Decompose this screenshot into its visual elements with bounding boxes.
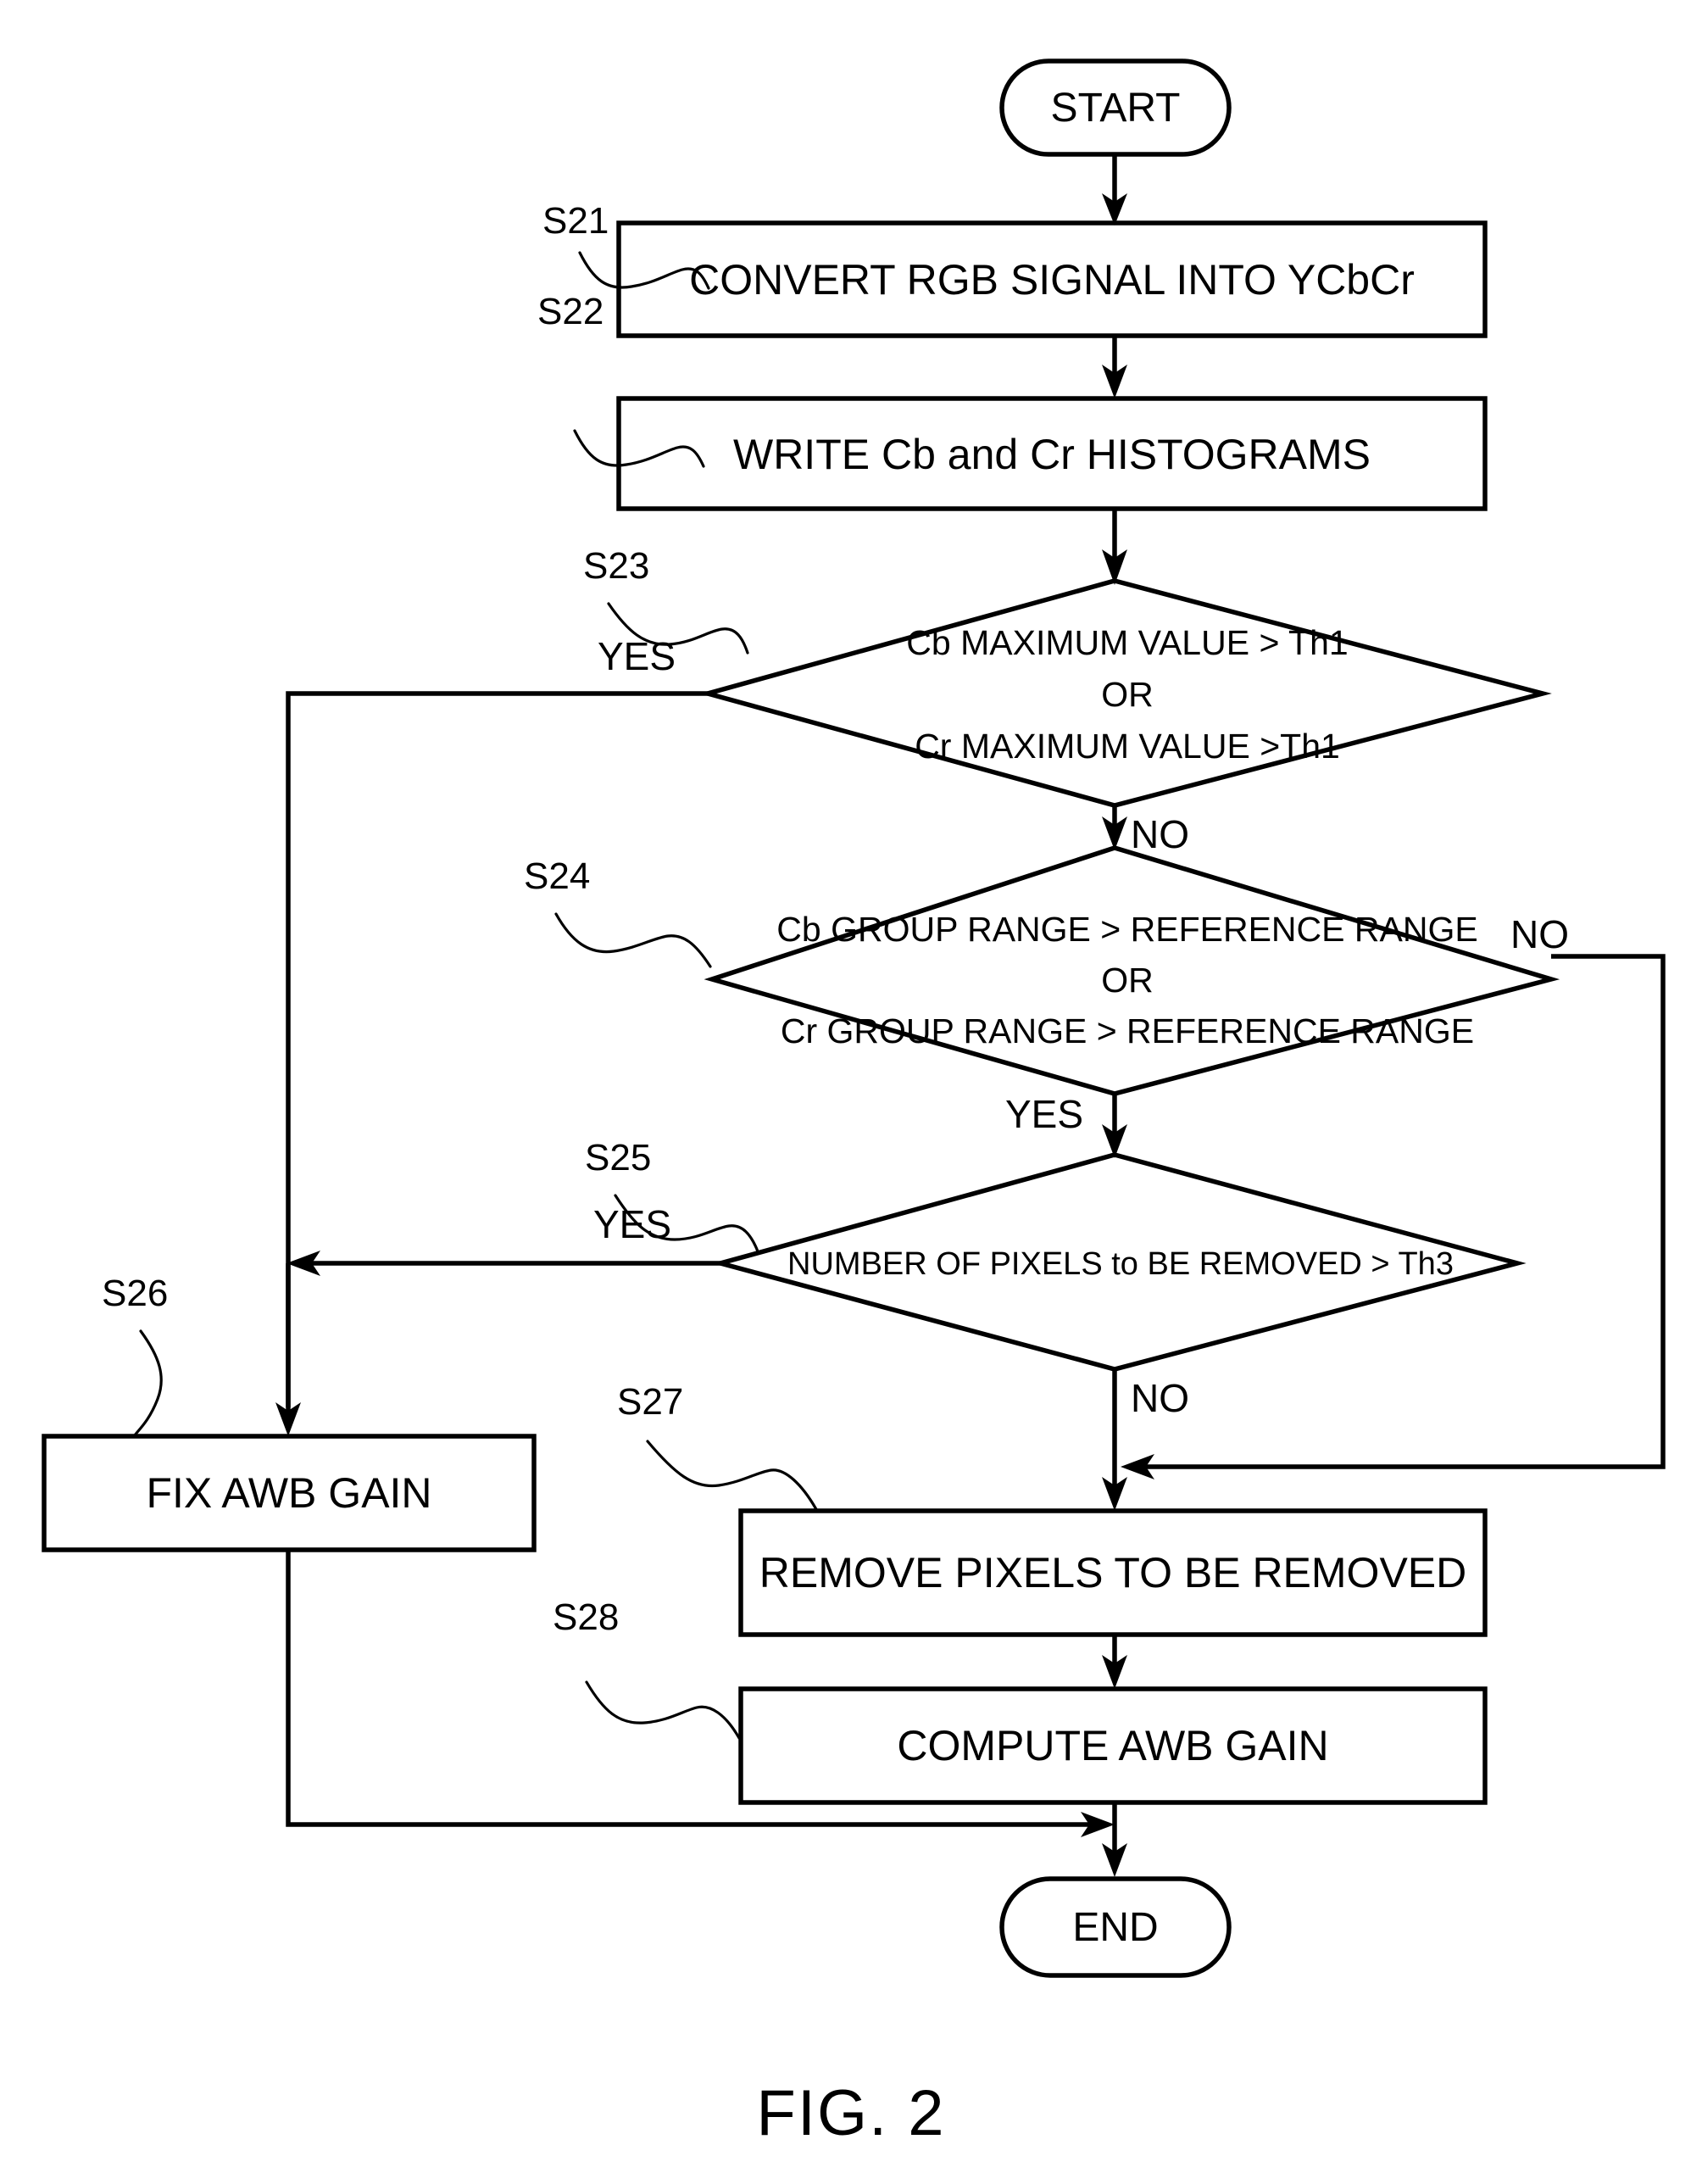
branch-label-s25-no: NO bbox=[1131, 1376, 1189, 1420]
step-marker-s28: S28 bbox=[553, 1596, 741, 1740]
connector-s27-to-s28 bbox=[1102, 1635, 1127, 1689]
step-number-s26: S26 bbox=[102, 1273, 168, 1314]
decision-line1-s25: NUMBER OF PIXELS to BE REMOVED > Th3 bbox=[787, 1246, 1454, 1282]
process-label-s22: WRITE Cb and Cr HISTOGRAMS bbox=[733, 431, 1371, 478]
step-number-s23: S23 bbox=[583, 545, 649, 587]
decision-diamond-s24: Cb GROUP RANGE > REFERENCE RANGE OR Cr G… bbox=[704, 845, 1560, 1096]
decision-line2-s24: OR bbox=[1101, 961, 1154, 1000]
start-label: START bbox=[1051, 86, 1181, 131]
step-marker-s27: S27 bbox=[617, 1381, 819, 1513]
process-label-s28: COMPUTE AWB GAIN bbox=[897, 1722, 1328, 1769]
branch-label-s24-yes: YES bbox=[1005, 1092, 1083, 1136]
process-box-s22: WRITE Cb and Cr HISTOGRAMS bbox=[616, 396, 1488, 511]
connector-s25-no-to-s27 bbox=[1102, 1369, 1127, 1511]
process-label-s21: CONVERT RGB SIGNAL INTO YCbCr bbox=[689, 256, 1415, 304]
process-box-s26: FIX AWB GAIN bbox=[42, 1434, 537, 1552]
process-box-s21: CONVERT RGB SIGNAL INTO YCbCr bbox=[616, 220, 1488, 338]
process-box-s28: COMPUTE AWB GAIN bbox=[738, 1686, 1488, 1805]
connector-start-to-s21 bbox=[1102, 154, 1127, 226]
step-number-s25: S25 bbox=[585, 1137, 651, 1178]
step-number-s21: S21 bbox=[542, 200, 609, 242]
step-marker-s21: S21 bbox=[542, 200, 710, 290]
process-label-s26: FIX AWB GAIN bbox=[146, 1469, 431, 1517]
connector-s23-no-to-s24 bbox=[1102, 805, 1127, 850]
step-marker-s26: S26 bbox=[102, 1273, 168, 1438]
figure-container: START CONVERT RGB SIGNAL INTO YCbCr S21 … bbox=[0, 0, 1702, 2184]
decision-line3-s23: Cr MAXIMUM VALUE >Th1 bbox=[915, 727, 1340, 766]
figure-caption: FIG. 2 bbox=[756, 2077, 945, 2149]
decision-line1-s24: Cb GROUP RANGE > REFERENCE RANGE bbox=[776, 910, 1477, 949]
decision-diamond-s23: Cb MAXIMUM VALUE > Th1 OR Cr MAXIMUM VAL… bbox=[698, 578, 1552, 808]
decision-line1-s23: Cb MAXIMUM VALUE > Th1 bbox=[906, 623, 1348, 662]
branch-label-s24-no: NO bbox=[1510, 912, 1569, 956]
process-box-s27: REMOVE PIXELS TO BE REMOVED bbox=[738, 1508, 1488, 1637]
decision-diamond-s25: NUMBER OF PIXELS to BE REMOVED > Th3 bbox=[711, 1152, 1527, 1372]
connector-s24-yes-to-s25 bbox=[1102, 1094, 1127, 1158]
branch-label-s23-yes: YES bbox=[598, 634, 676, 678]
decision-line2-s23: OR bbox=[1101, 675, 1154, 714]
connector-s22-to-s23 bbox=[1102, 507, 1127, 585]
step-number-s22: S22 bbox=[537, 291, 603, 332]
decision-line3-s24: Cr GROUP RANGE > REFERENCE RANGE bbox=[781, 1011, 1474, 1050]
terminator-end: END bbox=[999, 1876, 1232, 1978]
step-marker-s24: S24 bbox=[524, 855, 712, 968]
branch-label-s23-no: NO bbox=[1131, 812, 1189, 856]
step-number-s24: S24 bbox=[524, 855, 590, 897]
end-label: END bbox=[1072, 1905, 1158, 1950]
connector-s21-to-s22 bbox=[1102, 336, 1127, 398]
connector-rail-to-s26 bbox=[275, 1263, 301, 1436]
connector-s28-to-end bbox=[1102, 1802, 1127, 1877]
step-number-s28: S28 bbox=[553, 1596, 619, 1638]
step-number-s27: S27 bbox=[617, 1381, 683, 1423]
branch-label-s25-yes: YES bbox=[593, 1202, 671, 1246]
connector-s25-yes-to-rail bbox=[286, 1251, 720, 1276]
flowchart-canvas: START CONVERT RGB SIGNAL INTO YCbCr S21 … bbox=[42, 58, 1666, 2149]
terminator-start: START bbox=[999, 58, 1232, 157]
process-label-s27: REMOVE PIXELS TO BE REMOVED bbox=[759, 1549, 1467, 1596]
connector-s23-yes-to-rail bbox=[286, 691, 708, 1407]
